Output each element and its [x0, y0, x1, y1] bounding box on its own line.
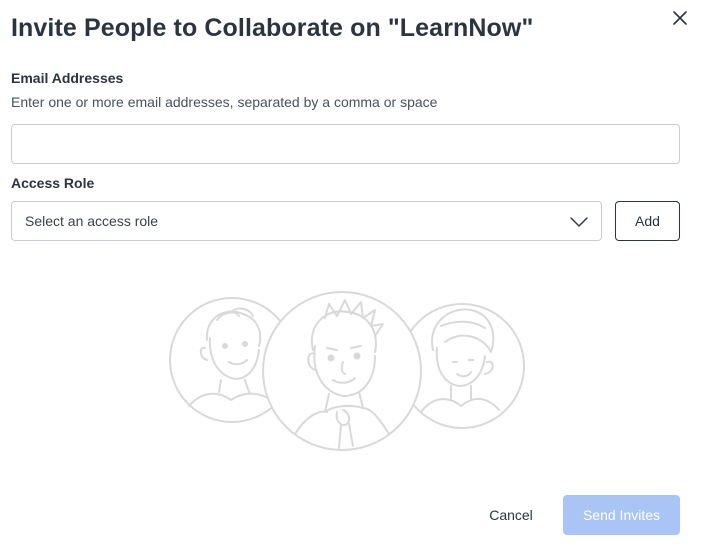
access-role-label: Access Role	[11, 175, 95, 191]
send-invites-button[interactable]: Send Invites	[563, 495, 680, 535]
cancel-button[interactable]: Cancel	[474, 495, 548, 535]
chevron-down-icon	[570, 217, 588, 227]
access-role-value: Select an access role	[25, 213, 159, 229]
email-label: Email Addresses	[11, 70, 124, 86]
access-role-select[interactable]: Select an access role	[11, 201, 602, 241]
person-center-avatar	[262, 291, 422, 451]
invite-dialog: Invite People to Collaborate on "LearnNo…	[0, 0, 701, 546]
close-button[interactable]	[670, 8, 690, 28]
people-illustration	[169, 291, 525, 451]
email-input[interactable]	[11, 124, 680, 164]
add-button[interactable]: Add	[615, 201, 680, 241]
dialog-title: Invite People to Collaborate on "LearnNo…	[11, 14, 534, 42]
close-icon[interactable]	[673, 11, 687, 25]
email-hint: Enter one or more email addresses, separ…	[11, 94, 438, 110]
